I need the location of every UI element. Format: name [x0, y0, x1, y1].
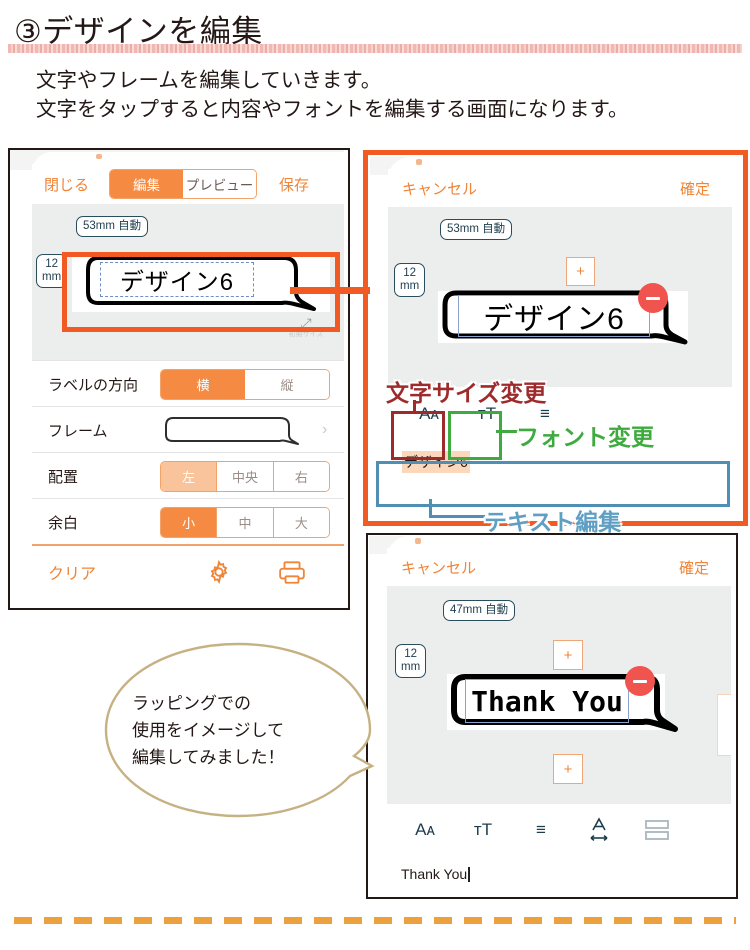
letter-spacing-icon[interactable]: [579, 817, 619, 843]
annotation-font-change-label: フォント変更: [516, 424, 654, 450]
align-icon-2[interactable]: ≡: [521, 820, 561, 840]
annotation-font-change-target-box: [448, 411, 502, 460]
setting-label-direction: ラベルの方向: [48, 376, 139, 394]
alignment-option-right[interactable]: 右: [273, 461, 329, 491]
lead-line-2: 文字をタップすると内容やフォントを編集する画面になります。: [36, 98, 629, 121]
thankyou-text-input-text: Thank You: [401, 866, 468, 882]
lead-paragraph: 文字やフレームを編集していきます。 文字をタップすると内容やフォントを編集する画…: [36, 66, 736, 124]
mode-segmented-control[interactable]: 編集 プレビュー: [109, 169, 258, 199]
remove-row-button-2[interactable]: [625, 666, 655, 696]
setting-label-margin: 余白: [48, 514, 79, 532]
direction-option-vertical[interactable]: 縦: [245, 369, 329, 399]
highlight-label-area-left-phone: [62, 252, 340, 332]
minus-glyph-2: [633, 679, 647, 683]
annotation-font-size-label: 文字サイズ変更: [386, 380, 547, 406]
annotation-font-size-target-box: [391, 411, 445, 460]
title-underline-decoration: [8, 44, 742, 53]
alignment-option-left[interactable]: 左: [161, 461, 218, 491]
confirm-button[interactable]: 確定: [680, 178, 710, 199]
setting-label-alignment: 配置: [48, 468, 79, 486]
add-row-button-top[interactable]: +: [566, 257, 595, 286]
direction-option-horizontal[interactable]: 横: [161, 369, 245, 399]
label-height-unit: mm: [42, 271, 62, 284]
save-button[interactable]: 保存: [279, 174, 309, 195]
thankyou-toolbar: Aᴀ ᴛT ≡: [387, 804, 731, 856]
callout-line-3: 編集してみました！: [132, 748, 285, 767]
footer-action-row: クリア: [32, 544, 344, 598]
thankyou-canvas: 47mm 自動 12 mm + Thank You +: [387, 586, 731, 804]
clear-button[interactable]: クリア: [48, 560, 96, 584]
direction-segmented-control[interactable]: 横 縦: [160, 368, 330, 400]
text-cursor: [468, 867, 470, 882]
label-height-unit-2: mm: [400, 280, 420, 293]
annotation-text-edit-label: テキスト編集: [484, 509, 622, 535]
thankyou-nav-bar: キャンセル 確定: [387, 548, 731, 586]
setting-row-direction: ラベルの方向 横 縦: [32, 360, 344, 407]
text-edit-nav-bar: キャンセル 確定: [388, 169, 732, 207]
add-row-button-bottom[interactable]: +: [553, 754, 583, 784]
edit-nav-bar: 閉じる 編集 プレビュー 保存: [32, 164, 344, 204]
gear-icon[interactable]: [206, 559, 232, 585]
bottom-dashed-divider: [14, 917, 736, 924]
cancel-button[interactable]: キャンセル: [402, 178, 477, 199]
confirm-button-2[interactable]: 確定: [679, 557, 709, 578]
phone3-orange-notch-hint: [415, 538, 421, 544]
frame-chevron-icon[interactable]: ›: [322, 421, 327, 439]
thankyou-text-input-row[interactable]: Thank You: [387, 856, 731, 892]
margin-segmented-control[interactable]: 小 中 大: [160, 506, 330, 538]
setting-row-margin: 余白 小 中 大: [32, 498, 344, 545]
thankyou-text-input-value[interactable]: Thank You: [401, 866, 470, 882]
phone2-orange-notch-hint: [416, 159, 422, 165]
phone-orange-notch-hint: [96, 154, 102, 159]
add-row-button-right-cut[interactable]: [717, 694, 731, 756]
callout-line-1: ラッピングでの: [132, 694, 251, 713]
cancel-button-2[interactable]: キャンセル: [401, 557, 476, 578]
setting-label-frame: フレーム: [48, 422, 108, 440]
margin-option-small[interactable]: 小: [161, 507, 217, 537]
phone-thankyou-screen: キャンセル 確定 47mm 自動 12 mm + Thank You + Aᴀ …: [369, 536, 731, 892]
margin-option-large[interactable]: 大: [272, 507, 329, 537]
close-button[interactable]: 閉じる: [44, 174, 89, 195]
label-height-unit-3: mm: [401, 661, 421, 674]
remove-row-button[interactable]: [638, 283, 668, 313]
phone-edit-screen: 閉じる 編集 プレビュー 保存 53mm 自動 12 mm デザイン6 ⤢ 初期…: [10, 150, 344, 604]
tab-preview[interactable]: プレビュー: [183, 170, 257, 198]
callout-balloon: ラッピングでの 使用をイメージして 編集してみました！: [96, 638, 386, 828]
label-height-badge-3[interactable]: 12 mm: [395, 644, 427, 679]
add-row-button-top-2[interactable]: +: [553, 640, 583, 670]
label-width-badge-3[interactable]: 47mm 自動: [443, 600, 516, 622]
setting-row-frame[interactable]: フレーム ›: [32, 406, 344, 453]
tab-edit[interactable]: 編集: [110, 170, 184, 198]
annotation-text-edit-leader-h: [429, 515, 485, 518]
split-box-icon[interactable]: [637, 819, 677, 841]
minus-glyph: [646, 296, 660, 300]
label-text-box-3[interactable]: Thank You: [465, 679, 629, 723]
label-height-value-2: 12: [403, 267, 416, 279]
alignment-option-center[interactable]: 中央: [217, 461, 274, 491]
label-height-value: 12: [45, 258, 58, 270]
frame-preview-thumbnail: [164, 415, 300, 445]
lead-line-1: 文字やフレームを編集していきます。: [36, 69, 382, 92]
text-edit-canvas: 53mm 自動 12 mm + デザイン6: [388, 207, 732, 387]
callout-balloon-text: ラッピングでの 使用をイメージして 編集してみました！: [132, 690, 362, 771]
setting-row-alignment: 配置 左 中央 右: [32, 452, 344, 499]
font-size-icon-2[interactable]: Aᴀ: [405, 820, 445, 840]
initial-size-label: 初期サイズ: [288, 331, 324, 339]
label-height-badge-2[interactable]: 12 mm: [394, 263, 426, 298]
label-text-box-2[interactable]: デザイン6: [458, 295, 650, 337]
printer-icon[interactable]: [278, 559, 306, 585]
font-family-icon-2[interactable]: ᴛT: [463, 820, 503, 840]
margin-option-medium[interactable]: 中: [216, 507, 273, 537]
label-text-3: Thank You: [471, 684, 623, 718]
label-width-badge-2[interactable]: 53mm 自動: [440, 219, 513, 241]
label-text-2: デザイン6: [483, 303, 625, 336]
alignment-segmented-control[interactable]: 左 中央 右: [160, 460, 330, 492]
callout-line-2: 使用をイメージして: [132, 721, 285, 740]
annotation-font-change-leader: [496, 430, 518, 433]
label-width-badge[interactable]: 53mm 自動: [76, 216, 149, 238]
label-height-value-3: 12: [404, 648, 417, 660]
